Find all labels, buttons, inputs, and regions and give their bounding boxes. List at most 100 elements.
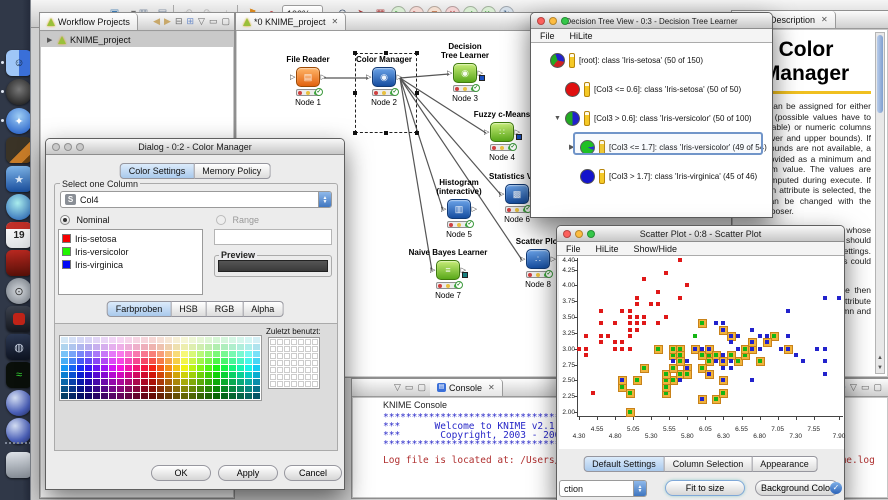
palette-color-cell[interactable] xyxy=(189,386,196,392)
data-point-iris-versicolor[interactable] xyxy=(699,365,704,370)
palette-color-cell[interactable] xyxy=(61,393,68,399)
palette-color-cell[interactable] xyxy=(141,372,148,378)
palette-color-cell[interactable] xyxy=(133,379,140,385)
palette-color-cell[interactable] xyxy=(173,393,180,399)
palette-color-cell[interactable] xyxy=(229,365,236,371)
palette-color-cell[interactable] xyxy=(237,379,244,385)
data-point-iris-virginica[interactable] xyxy=(822,359,827,364)
palette-color-cell[interactable] xyxy=(205,337,212,343)
data-point-iris-setosa[interactable] xyxy=(584,346,589,351)
data-point-iris-versicolor[interactable] xyxy=(656,346,661,351)
palette-color-cell[interactable] xyxy=(237,351,244,357)
palette-color-cell[interactable] xyxy=(229,351,236,357)
recent-color-cell[interactable] xyxy=(277,339,283,345)
palette-color-cell[interactable] xyxy=(101,386,108,392)
palette-color-cell[interactable] xyxy=(109,393,116,399)
palette-color-cell[interactable] xyxy=(133,344,140,350)
model-port-icon[interactable] xyxy=(516,134,522,140)
selection-handle[interactable] xyxy=(384,131,388,135)
palette-color-cell[interactable] xyxy=(141,393,148,399)
tree-node-row[interactable]: [root]: class 'Iris-setosa' (50 of 150) xyxy=(539,49,703,71)
palette-color-cell[interactable] xyxy=(85,351,92,357)
palette-color-cell[interactable] xyxy=(229,386,236,392)
palette-color-cell[interactable] xyxy=(165,344,172,350)
red-app-icon[interactable] xyxy=(6,250,32,276)
palette-color-cell[interactable] xyxy=(141,365,148,371)
input-port-icon[interactable]: ▷ xyxy=(447,70,452,77)
palette-color-cell[interactable] xyxy=(253,351,260,357)
data-point-iris-virginica[interactable] xyxy=(699,346,704,351)
recent-color-cell[interactable] xyxy=(284,381,290,387)
palette-color-cell[interactable] xyxy=(237,337,244,343)
data-point-iris-virginica[interactable] xyxy=(721,378,726,383)
recent-colors-grid[interactable] xyxy=(268,337,320,389)
safari-icon[interactable]: ✦ xyxy=(6,108,32,134)
dialog-tab-color-settings[interactable]: Color Settings xyxy=(119,163,195,179)
recent-color-cell[interactable] xyxy=(298,374,304,380)
palette-color-cell[interactable] xyxy=(173,372,180,378)
recent-color-cell[interactable] xyxy=(270,346,276,352)
minimize-button[interactable] xyxy=(575,230,583,238)
data-point-iris-virginica[interactable] xyxy=(750,346,755,351)
combo-stepper-icon[interactable]: ▲ ▼ xyxy=(318,192,331,207)
palette-color-cell[interactable] xyxy=(213,358,220,364)
palette-color-cell[interactable] xyxy=(221,379,228,385)
node-icon[interactable]: ∴ xyxy=(526,249,550,269)
calendar-icon[interactable]: 19 xyxy=(6,222,32,248)
data-point-iris-setosa[interactable] xyxy=(577,346,581,351)
data-point-iris-versicolor[interactable] xyxy=(699,353,704,357)
palette-color-cell[interactable] xyxy=(77,351,84,357)
palette-color-cell[interactable] xyxy=(61,372,68,378)
data-point-iris-virginica[interactable] xyxy=(800,359,805,364)
palette-color-cell[interactable] xyxy=(181,351,188,357)
palette-color-cell[interactable] xyxy=(133,386,140,392)
selection-handle[interactable] xyxy=(353,131,357,135)
palette-color-cell[interactable] xyxy=(205,372,212,378)
view-menu-icon[interactable]: ▽ xyxy=(394,381,401,394)
palette-color-cell[interactable] xyxy=(221,365,228,371)
scroll-down-icon[interactable]: ▼ xyxy=(876,365,884,371)
palette-color-cell[interactable] xyxy=(165,372,172,378)
recent-color-cell[interactable] xyxy=(277,346,283,352)
data-point-iris-virginica[interactable] xyxy=(685,365,690,370)
data-point-iris-setosa[interactable] xyxy=(663,270,668,275)
palette-color-cell[interactable] xyxy=(213,372,220,378)
recent-color-cell[interactable] xyxy=(305,353,311,359)
palette-color-cell[interactable] xyxy=(109,386,116,392)
palette-color-cell[interactable] xyxy=(61,351,68,357)
palette-color-cell[interactable] xyxy=(149,393,156,399)
palette-color-cell[interactable] xyxy=(213,393,220,399)
palette-color-cell[interactable] xyxy=(109,379,116,385)
dialog-title-bar[interactable]: Dialog - 0:2 - Color Manager xyxy=(46,139,344,155)
palette-color-cell[interactable] xyxy=(221,393,228,399)
data-point-iris-versicolor[interactable] xyxy=(714,353,719,357)
palette-color-cell[interactable] xyxy=(109,365,116,371)
recent-color-cell[interactable] xyxy=(284,346,290,352)
palette-color-cell[interactable] xyxy=(109,344,116,350)
palette-color-cell[interactable] xyxy=(93,372,100,378)
data-point-iris-virginica[interactable] xyxy=(822,296,827,300)
data-point-iris-versicolor[interactable] xyxy=(678,359,683,364)
palette-color-cell[interactable] xyxy=(101,365,108,371)
activity-monitor-icon[interactable]: ≈ xyxy=(6,362,32,388)
data-point-iris-versicolor[interactable] xyxy=(634,378,639,383)
palette-color-cell[interactable] xyxy=(109,337,116,343)
data-point-iris-setosa[interactable] xyxy=(627,334,632,338)
data-point-iris-virginica[interactable] xyxy=(728,340,733,345)
data-point-iris-versicolor[interactable] xyxy=(714,397,719,402)
palette-color-cell[interactable] xyxy=(221,337,228,343)
tab-console[interactable]: ▤ Console ✕ xyxy=(430,379,503,396)
palette-color-cell[interactable] xyxy=(181,393,188,399)
palette-color-cell[interactable] xyxy=(173,337,180,343)
palette-color-cell[interactable] xyxy=(125,365,132,371)
view-menu-icon[interactable]: ▽ xyxy=(850,381,857,394)
link-editor-icon[interactable]: ⊞ xyxy=(187,15,195,28)
expander-icon[interactable]: ▶ xyxy=(47,36,54,44)
data-point-iris-virginica[interactable] xyxy=(728,334,733,338)
palette-color-cell[interactable] xyxy=(133,351,140,357)
palette-color-cell[interactable] xyxy=(173,379,180,385)
data-point-iris-versicolor[interactable] xyxy=(721,391,726,395)
data-point-iris-virginica[interactable] xyxy=(837,296,841,300)
tree-node-row[interactable]: [Col3 > 1.7]: class 'Iris-virginica' (45… xyxy=(569,165,757,187)
tab-default-settings[interactable]: Default Settings xyxy=(583,456,665,472)
